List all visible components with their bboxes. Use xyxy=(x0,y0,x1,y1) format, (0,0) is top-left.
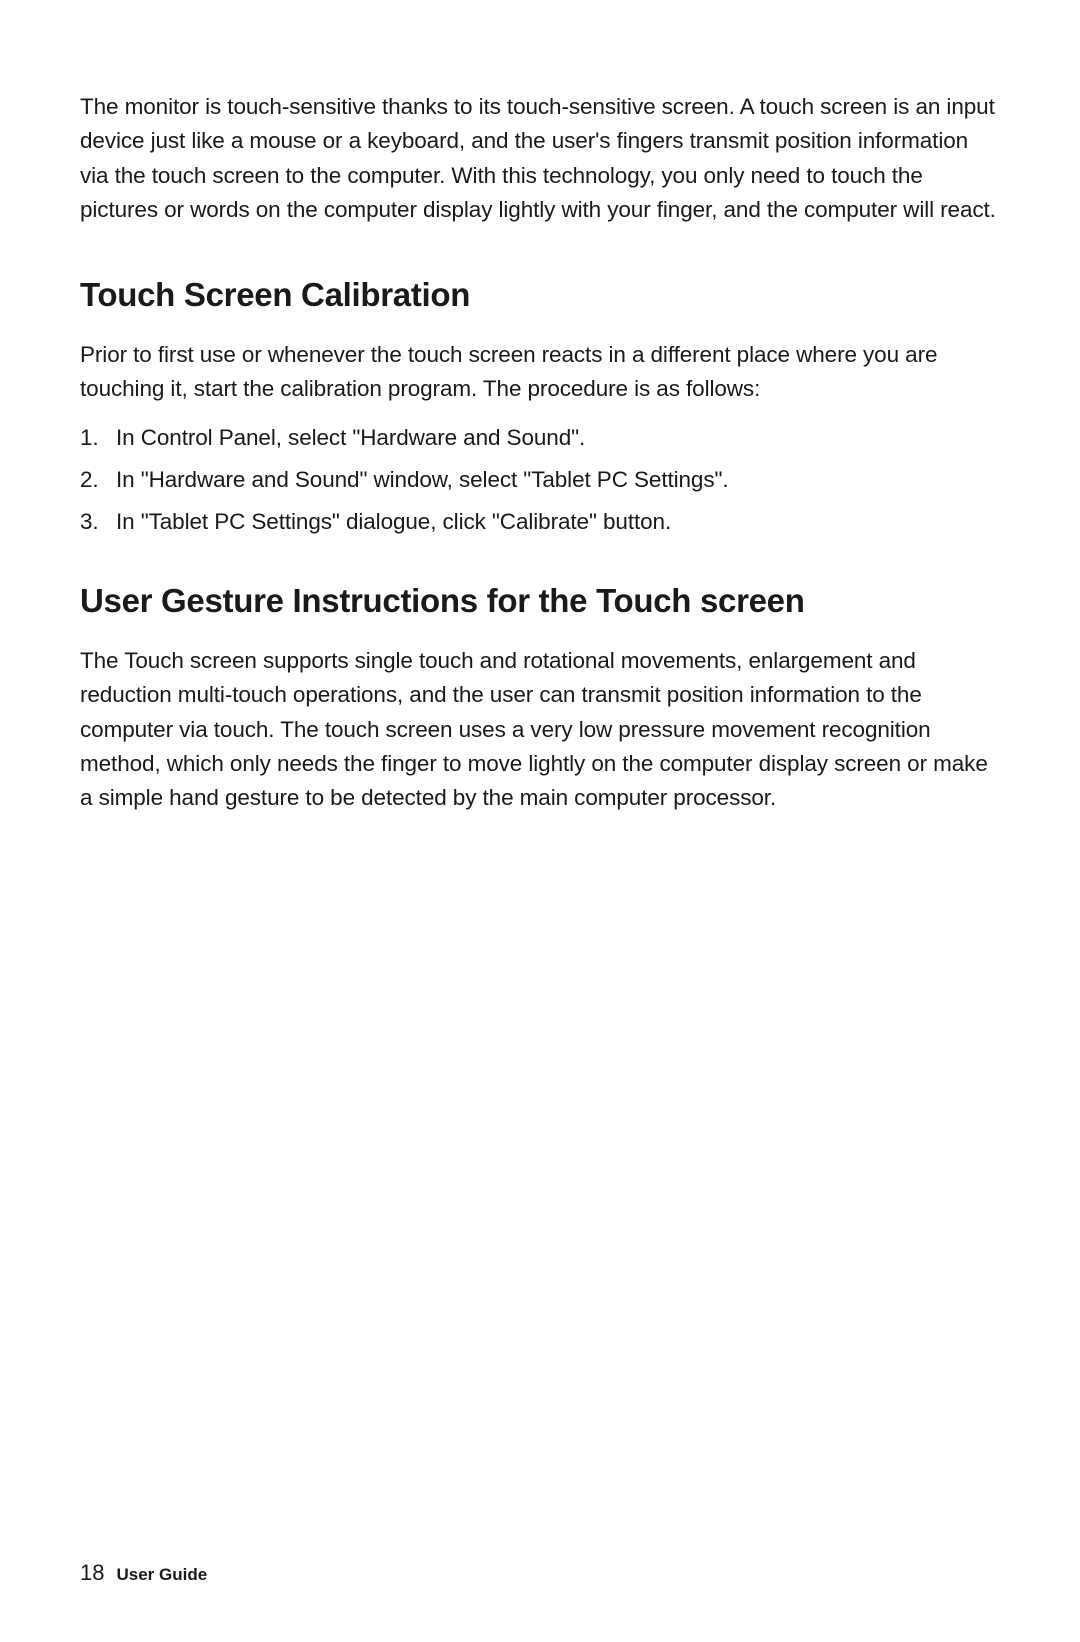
calibration-steps-list: In Control Panel, select "Hardware and S… xyxy=(80,421,1000,540)
section-heading-gesture: User Gesture Instructions for the Touch … xyxy=(80,582,1000,620)
page-content: The monitor is touch-sensitive thanks to… xyxy=(0,0,1080,816)
intro-paragraph: The monitor is touch-sensitive thanks to… xyxy=(80,90,1000,228)
list-item: In Control Panel, select "Hardware and S… xyxy=(80,421,1000,455)
list-item: In "Tablet PC Settings" dialogue, click … xyxy=(80,505,1000,539)
gesture-paragraph: The Touch screen supports single touch a… xyxy=(80,644,1000,816)
list-item: In "Hardware and Sound" window, select "… xyxy=(80,463,1000,497)
page-number: 18 xyxy=(80,1560,104,1586)
footer-label: User Guide xyxy=(116,1565,207,1585)
section-heading-calibration: Touch Screen Calibration xyxy=(80,276,1000,314)
page-footer: 18 User Guide xyxy=(80,1560,207,1586)
calibration-paragraph: Prior to first use or whenever the touch… xyxy=(80,338,1000,407)
